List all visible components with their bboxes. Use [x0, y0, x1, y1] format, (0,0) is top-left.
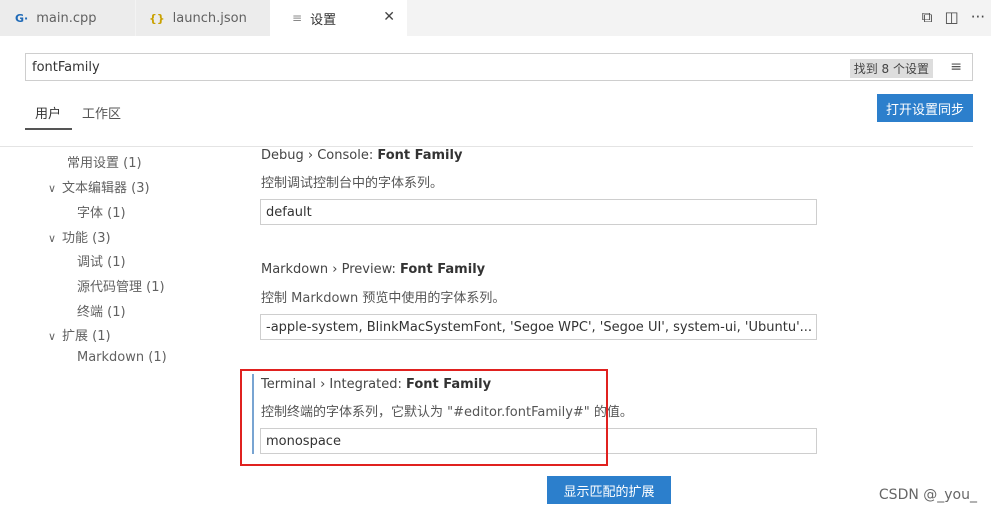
tab-settings[interactable]: ≡ 设置 ✕ [270, 0, 407, 36]
watermark: CSDN @_you_ [878, 487, 977, 503]
chevron-down-icon: ∨ [48, 182, 57, 195]
tab-label: main.cpp [36, 10, 97, 26]
toc-item[interactable]: ∨ 扩展 (1) [48, 325, 111, 344]
chevron-down-icon: ∨ [48, 232, 57, 245]
split-editor-icon[interactable]: ◫ [945, 8, 959, 26]
setting-description: 控制调试控制台中的字体系列。 [261, 176, 444, 191]
toc-item[interactable]: 调试 (1) [77, 251, 126, 270]
settings-search: 找到 8 个设置 ≡ [25, 53, 973, 81]
show-matching-extensions-button[interactable]: 显示匹配的扩展 [547, 476, 671, 504]
setting-title: Markdown › Preview: Font Family [261, 262, 486, 277]
toc-item[interactable]: 字体 (1) [77, 202, 126, 221]
toc-item[interactable]: Markdown (1) [77, 350, 167, 365]
json-file-icon: {} [149, 11, 165, 25]
setting-input[interactable]: default [260, 199, 817, 225]
active-scope-indicator [25, 128, 72, 130]
search-input[interactable] [26, 54, 626, 80]
toc-item[interactable]: ∨ 功能 (3) [48, 227, 111, 246]
toc-item[interactable]: ∨ 文本编辑器 (3) [48, 177, 150, 196]
tab-main-cpp[interactable]: G· main.cpp [0, 0, 135, 36]
toc-item[interactable]: 终端 (1) [77, 301, 126, 320]
setting-description: 控制 Markdown 预览中使用的字体系列。 [261, 291, 506, 306]
setting-input[interactable]: -apple-system, BlinkMacSystemFont, 'Sego… [260, 314, 817, 340]
close-icon[interactable]: ✕ [383, 9, 395, 25]
tab-label: launch.json [172, 10, 247, 26]
tab-workspace-scope[interactable]: 工作区 [82, 103, 121, 122]
setting-title: Debug › Console: Font Family [261, 148, 463, 163]
toc-item[interactable]: 常用设置 (1) [67, 152, 142, 171]
settings-sync-button[interactable]: 打开设置同步 [877, 94, 973, 122]
tab-user-scope[interactable]: 用户 [35, 103, 61, 122]
filter-icon[interactable]: ≡ [950, 59, 962, 75]
toc-item[interactable]: 源代码管理 (1) [77, 276, 165, 295]
cpp-file-icon: G· [15, 11, 29, 25]
highlight-annotation-box [240, 369, 608, 466]
tab-bar: G· main.cpp {} launch.json ≡ 设置 ✕ ⧉ ◫ ··… [0, 0, 991, 36]
split-preview-icon[interactable]: ⧉ [922, 8, 933, 26]
tab-label: 设置 [310, 12, 337, 28]
chevron-down-icon: ∨ [48, 330, 57, 343]
settings-file-icon: ≡ [292, 11, 303, 25]
header-divider [0, 146, 973, 147]
more-actions-icon[interactable]: ··· [971, 8, 985, 26]
editor-toolbar: ⧉ ◫ ··· [922, 8, 985, 26]
result-count-badge: 找到 8 个设置 [849, 59, 933, 78]
tab-launch-json[interactable]: {} launch.json [135, 0, 270, 36]
